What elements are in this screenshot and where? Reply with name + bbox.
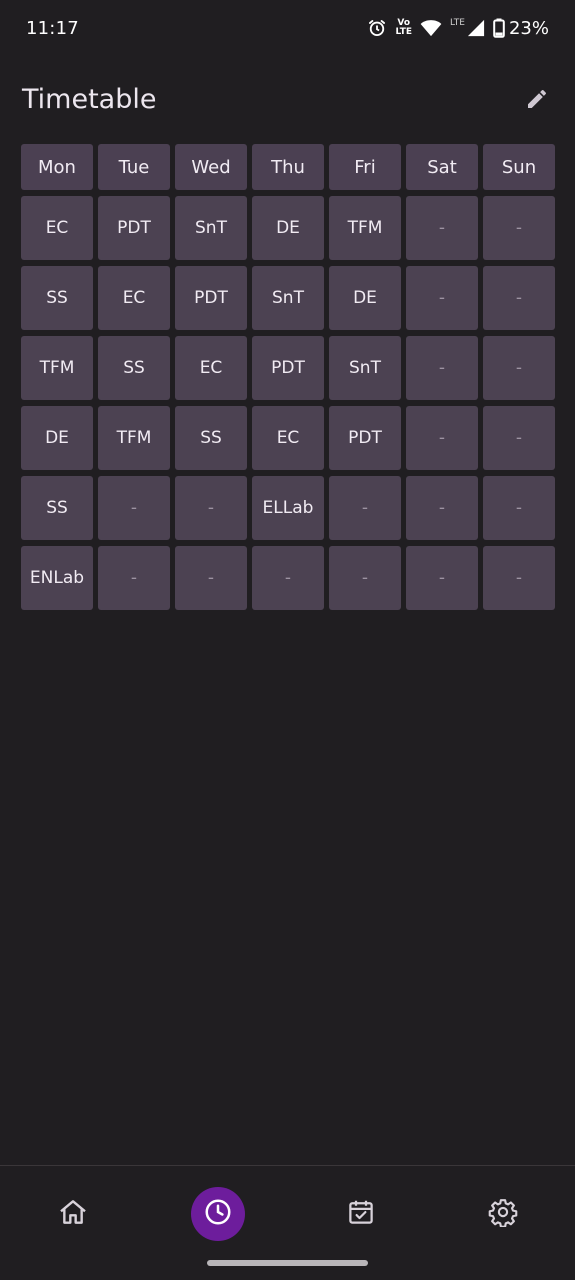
timetable-cell[interactable]: DE xyxy=(329,266,401,330)
timetable-cell[interactable]: PDT xyxy=(329,406,401,470)
nav-home[interactable] xyxy=(45,1186,101,1242)
timetable-cell[interactable]: SnT xyxy=(175,196,247,260)
timetable-cell[interactable]: EC xyxy=(98,266,170,330)
day-header-tue: Tue xyxy=(98,144,170,190)
nav-settings[interactable] xyxy=(475,1186,531,1242)
timetable-cell[interactable]: PDT xyxy=(252,336,324,400)
timetable-cell[interactable]: EC xyxy=(175,336,247,400)
timetable-cell[interactable]: - xyxy=(406,196,478,260)
timetable-cell[interactable]: ELLab xyxy=(252,476,324,540)
signal-icon xyxy=(467,19,485,37)
gear-icon xyxy=(488,1197,518,1231)
timetable-cell[interactable]: - xyxy=(483,476,555,540)
nav-timetable[interactable] xyxy=(190,1186,246,1242)
wifi-icon xyxy=(420,19,442,37)
page-title: Timetable xyxy=(22,84,157,115)
timetable-screen: 11:17 Vo LTE LTE 23% Timetable Mon Tue W… xyxy=(0,0,575,1280)
day-header-sat: Sat xyxy=(406,144,478,190)
timetable-cell[interactable]: - xyxy=(329,546,401,610)
timetable-cell[interactable]: - xyxy=(483,406,555,470)
timetable-cell[interactable]: DE xyxy=(252,196,324,260)
timetable-cell[interactable]: - xyxy=(483,196,555,260)
timetable-cell[interactable]: SS xyxy=(21,266,93,330)
timetable-cell[interactable]: SnT xyxy=(329,336,401,400)
timetable-cell[interactable]: - xyxy=(406,406,478,470)
gesture-home-indicator[interactable] xyxy=(207,1260,368,1266)
status-icons: Vo LTE LTE 23% xyxy=(367,16,549,40)
timetable-cell[interactable]: - xyxy=(98,546,170,610)
timetable-cell[interactable]: - xyxy=(406,336,478,400)
timetable-cell[interactable]: PDT xyxy=(175,266,247,330)
battery-percentage: 23% xyxy=(508,17,549,39)
timetable-cell[interactable]: - xyxy=(406,546,478,610)
timetable-cell[interactable]: EC xyxy=(21,196,93,260)
timetable-cell[interactable]: - xyxy=(406,476,478,540)
edit-button[interactable] xyxy=(520,84,554,118)
timetable-cell[interactable]: ENLab xyxy=(21,546,93,610)
timetable-cell[interactable]: PDT xyxy=(98,196,170,260)
active-nav-indicator xyxy=(191,1187,245,1241)
clock-icon xyxy=(203,1197,233,1231)
nav-calendar[interactable] xyxy=(333,1186,389,1242)
status-bar: 11:17 Vo LTE LTE 23% xyxy=(0,0,575,58)
timetable-cell[interactable]: - xyxy=(406,266,478,330)
pencil-icon xyxy=(525,87,549,115)
day-header-fri: Fri xyxy=(329,144,401,190)
home-icon xyxy=(57,1196,89,1232)
timetable-cell[interactable]: - xyxy=(175,546,247,610)
timetable-cell[interactable]: SS xyxy=(98,336,170,400)
volte-icon: Vo LTE xyxy=(395,19,412,37)
timetable-cell[interactable]: DE xyxy=(21,406,93,470)
alarm-icon xyxy=(367,18,387,38)
lte-label: LTE xyxy=(450,18,465,28)
battery-icon xyxy=(493,18,505,38)
timetable-cell[interactable]: TFM xyxy=(21,336,93,400)
day-header-sun: Sun xyxy=(483,144,555,190)
timetable-cell[interactable]: EC xyxy=(252,406,324,470)
timetable-grid: Mon Tue Wed Thu Fri Sat Sun EC PDT SnT DE TFM - - SS EC… xyxy=(21,144,555,616)
timetable-cell[interactable]: SS xyxy=(21,476,93,540)
timetable-cell[interactable]: - xyxy=(329,476,401,540)
timetable-cell[interactable]: SS xyxy=(175,406,247,470)
day-header-mon: Mon xyxy=(21,144,93,190)
timetable-cell[interactable]: - xyxy=(483,336,555,400)
day-header-wed: Wed xyxy=(175,144,247,190)
timetable-cell[interactable]: - xyxy=(483,266,555,330)
day-header-thu: Thu xyxy=(252,144,324,190)
timetable-cell[interactable]: TFM xyxy=(98,406,170,470)
calendar-check-icon xyxy=(346,1197,376,1231)
timetable-cell[interactable]: TFM xyxy=(329,196,401,260)
timetable-cell[interactable]: - xyxy=(98,476,170,540)
timetable-cell[interactable]: SnT xyxy=(252,266,324,330)
timetable-cell[interactable]: - xyxy=(252,546,324,610)
volte-bottom-label: LTE xyxy=(395,27,413,37)
status-time: 11:17 xyxy=(26,18,79,39)
timetable-cell[interactable]: - xyxy=(175,476,247,540)
timetable-cell[interactable]: - xyxy=(483,546,555,610)
